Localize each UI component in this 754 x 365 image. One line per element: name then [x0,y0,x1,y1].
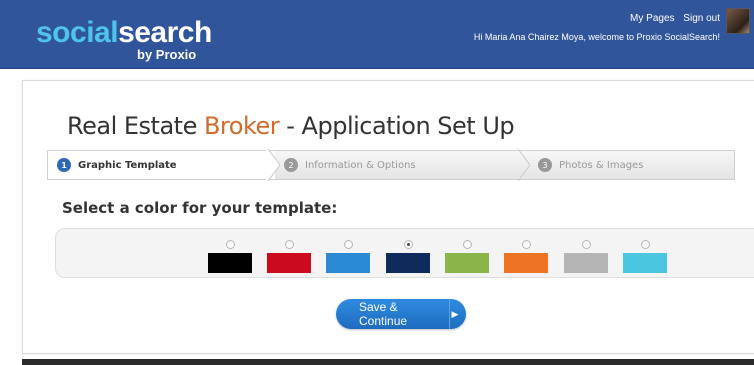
step-photos-images[interactable]: 3 Photos & Images [538,151,718,179]
sign-out-link[interactable]: Sign out [683,13,720,24]
logo-text-search: search [118,16,212,49]
color-radio-blue[interactable] [343,240,353,249]
user-avatar[interactable] [726,8,750,34]
page-title-highlight: Broker [203,112,280,140]
color-option-green[interactable] [445,240,489,273]
color-option-gray[interactable] [564,240,608,273]
arrow-right-icon: ▶ [451,308,459,319]
color-chip-gray[interactable] [564,253,608,273]
save-continue-button[interactable]: Save & Continue ▶ [336,299,466,329]
color-chip-green[interactable] [445,253,489,273]
color-radio-navy[interactable] [403,240,413,249]
color-chip-orange[interactable] [504,253,548,273]
color-option-orange[interactable] [504,240,548,273]
step-separator-icon [266,149,280,181]
page-title-part2: - Application Set Up [279,112,515,140]
save-continue-label: Save & Continue [359,300,408,328]
color-radio-gray[interactable] [581,240,591,249]
step-label-1: Graphic Template [78,159,177,171]
color-picker [55,228,754,278]
color-radio-cyan[interactable] [640,240,650,249]
step-label-3: Photos & Images [559,159,644,171]
color-chip-navy[interactable] [386,253,430,273]
color-option-navy[interactable] [386,240,430,273]
page-title: Real Estate Broker - Application Set Up [67,112,515,140]
step-information-options[interactable]: 2 Information & Options [284,151,504,179]
color-chip-red[interactable] [267,253,311,273]
step-graphic-template[interactable]: 1 Graphic Template [48,151,275,179]
color-chip-blue[interactable] [326,253,370,273]
app-header: socialsearch by Proxio My Pages Sign out… [0,0,754,69]
color-radio-black[interactable] [225,240,235,249]
step-separator-icon [517,149,530,181]
color-chip-cyan[interactable] [623,253,667,273]
color-radio-red[interactable] [284,240,294,249]
top-nav: My Pages Sign out [624,13,720,24]
step-number-3: 3 [538,158,552,172]
footer-bar [22,359,754,365]
step-indicator: 1 Graphic Template 2 Information & Optio… [47,149,735,181]
color-radio-orange[interactable] [521,240,531,249]
color-chip-black[interactable] [208,253,252,273]
color-radio-green[interactable] [462,240,472,249]
step-number-2: 2 [284,158,298,172]
logo-text-social: social [36,16,119,49]
page-title-part1: Real Estate [67,112,204,140]
color-option-black[interactable] [208,240,252,273]
my-pages-link[interactable]: My Pages [630,13,674,24]
color-option-cyan[interactable] [623,240,667,273]
socialsearch-logo[interactable]: socialsearch [36,18,212,48]
logo-byline: by Proxio [137,47,197,62]
color-section-label: Select a color for your template: [62,199,338,217]
color-option-blue[interactable] [326,240,370,273]
step-label-2: Information & Options [305,159,416,171]
step-number-1: 1 [57,158,71,172]
color-option-red[interactable] [267,240,311,273]
setup-panel: Real Estate Broker - Application Set Up … [22,80,754,354]
welcome-message: Hi Maria Ana Chairez Moya, welcome to Pr… [473,32,720,42]
